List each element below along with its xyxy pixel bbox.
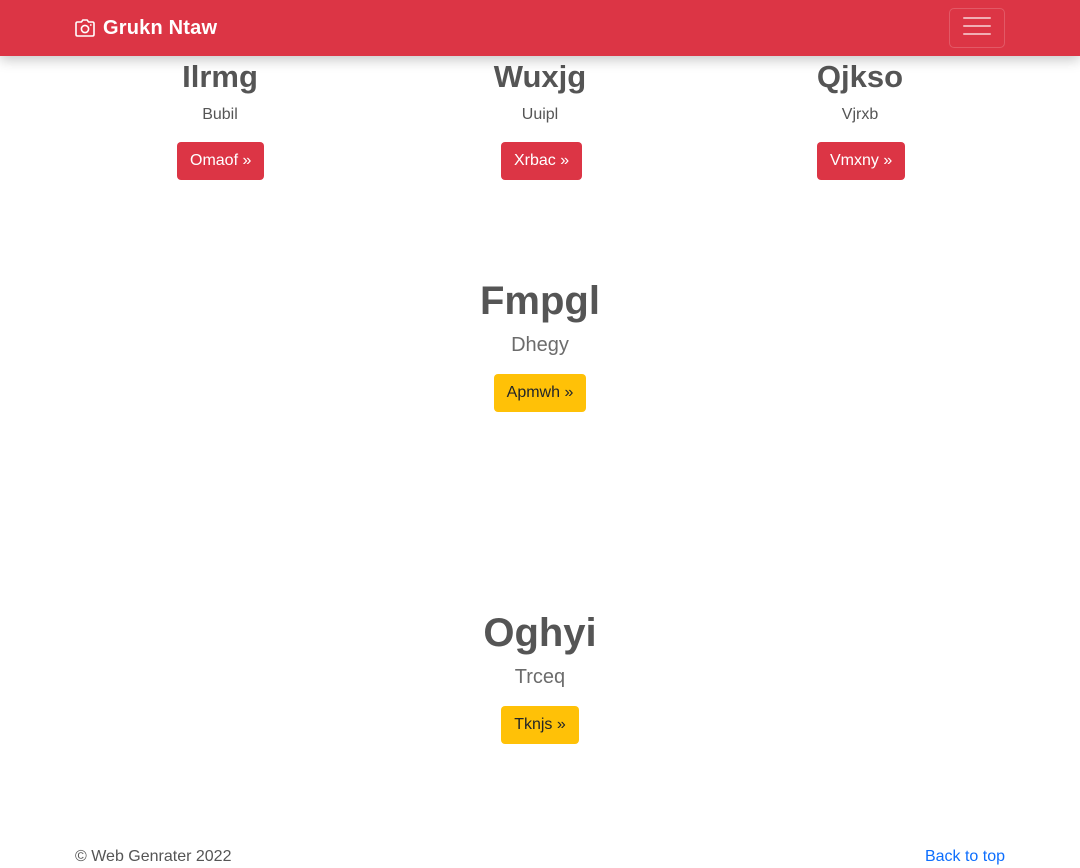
feature-subtitle: Bubil [202, 106, 238, 123]
section-fmpgl: Fmpgl Dhegy Apmwh » [0, 276, 1080, 412]
navbar: Grukn Ntaw [0, 0, 1080, 56]
feature-button[interactable]: Omaof » [177, 142, 265, 180]
brand-name: Grukn Ntaw [103, 17, 218, 39]
hamburger-menu-icon [963, 15, 991, 42]
section-button[interactable]: Apmwh » [493, 374, 587, 412]
section-subtitle: Trceq [514, 666, 566, 688]
section-button[interactable]: Tknjs » [501, 706, 579, 744]
feature-title: Wuxjg [493, 59, 587, 94]
section-title: Fmpgl [480, 279, 600, 323]
feature-button[interactable]: Vmxny » [817, 142, 906, 180]
navbar-toggler-button[interactable] [949, 8, 1005, 48]
camera-icon [75, 19, 95, 37]
section-title: Oghyi [483, 611, 597, 655]
feature-subtitle: Vjrxb [841, 106, 879, 123]
feature-button[interactable]: Xrbac » [501, 142, 583, 180]
footer-copyright: © Web Genrater 2022 [75, 848, 232, 865]
section-subtitle: Dhegy [511, 334, 569, 356]
back-to-top-link[interactable]: Back to top [925, 846, 1005, 868]
brand-link[interactable]: Grukn Ntaw [75, 15, 217, 41]
feature-subtitle: Uuipl [521, 106, 559, 123]
section-oghyi: Oghyi Trceq Tknjs » [0, 608, 1080, 744]
feature-title: Ilrmg [182, 59, 258, 94]
feature-title: Qjkso [816, 59, 904, 94]
